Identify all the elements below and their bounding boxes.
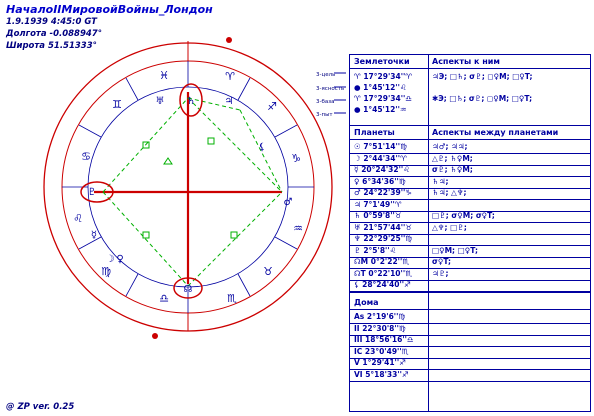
planet-mercury: ☿: [91, 230, 97, 241]
mc-marker: [226, 37, 232, 43]
ic-marker: [152, 333, 158, 339]
chart-datetime: 1.9.1939 4:45:0 GT: [6, 17, 97, 27]
chart-latitude: Широта 51.51333°: [6, 41, 97, 51]
aspect-squares: [142, 137, 238, 239]
svg-text:3-база: 3-база: [316, 99, 335, 105]
aspects-header: Аспекты к ним: [432, 57, 500, 66]
earth-points-header: Землеточки: [354, 57, 410, 66]
planet-saturn: ♄: [187, 96, 196, 107]
zodiac-aquarius: ♒: [293, 222, 303, 235]
planet-glyphs: ♄ ♃ ♅ ♇ ☿ ♀ ☽ ♂ ☊ ⚸: [88, 96, 293, 295]
aspect-triangles: [163, 157, 173, 165]
houses-header: Дома: [354, 298, 379, 307]
planet-mars: ♂: [284, 197, 293, 208]
zodiac-leo: ♌: [73, 212, 83, 225]
aspects-panel: Землеточки Аспекты к ним ♈ 17°29'34''♈ ♃Э…: [349, 54, 591, 412]
chart-longitude: Долгота -0.088947°: [6, 29, 102, 39]
planet-node: ☊: [184, 284, 193, 295]
zodiac-taurus: ♉: [263, 265, 273, 278]
zodiac-sagittarius: ♐: [267, 100, 277, 113]
planet-pluto: ♇: [88, 187, 97, 198]
version-footer: @ ZP ver. 0.25: [6, 402, 75, 412]
zodiac-gemini: ♊: [112, 98, 122, 111]
planet-moon: ☽: [106, 254, 115, 265]
zodiac-scorpio: ♏: [227, 292, 237, 305]
axis-labels: 3-цель 3-ясность 3-база 3-пыт: [316, 72, 344, 118]
zodiac-capricorn: ♑: [291, 152, 301, 165]
zodiac-pisces: ♓: [159, 69, 169, 82]
planet-venus: ♀: [116, 254, 123, 265]
chart-header: НачалоIIМировойВойны_Лондон 1.9.1939 4:4…: [6, 3, 213, 52]
planet-uranus: ♅: [156, 96, 165, 107]
planets-header: Планеты: [354, 128, 395, 137]
zodiac-cancer: ♋: [81, 150, 91, 163]
planet-jupiter: ♃: [225, 96, 234, 107]
zodiac-libra: ♎: [159, 292, 169, 305]
planet-lilith: ⚸: [258, 142, 265, 153]
zodiac-virgo: ♍: [101, 265, 111, 278]
svg-text:3-пыт: 3-пыт: [316, 112, 333, 118]
zodiac-aries: ♈: [225, 70, 235, 83]
svg-text:3-цель: 3-цель: [316, 72, 335, 78]
axis-arrows: [334, 72, 346, 114]
chart-title: НачалоIIМировойВойны_Лондон: [6, 3, 213, 16]
planet-aspects-header: Аспекты между планетами: [432, 128, 559, 137]
